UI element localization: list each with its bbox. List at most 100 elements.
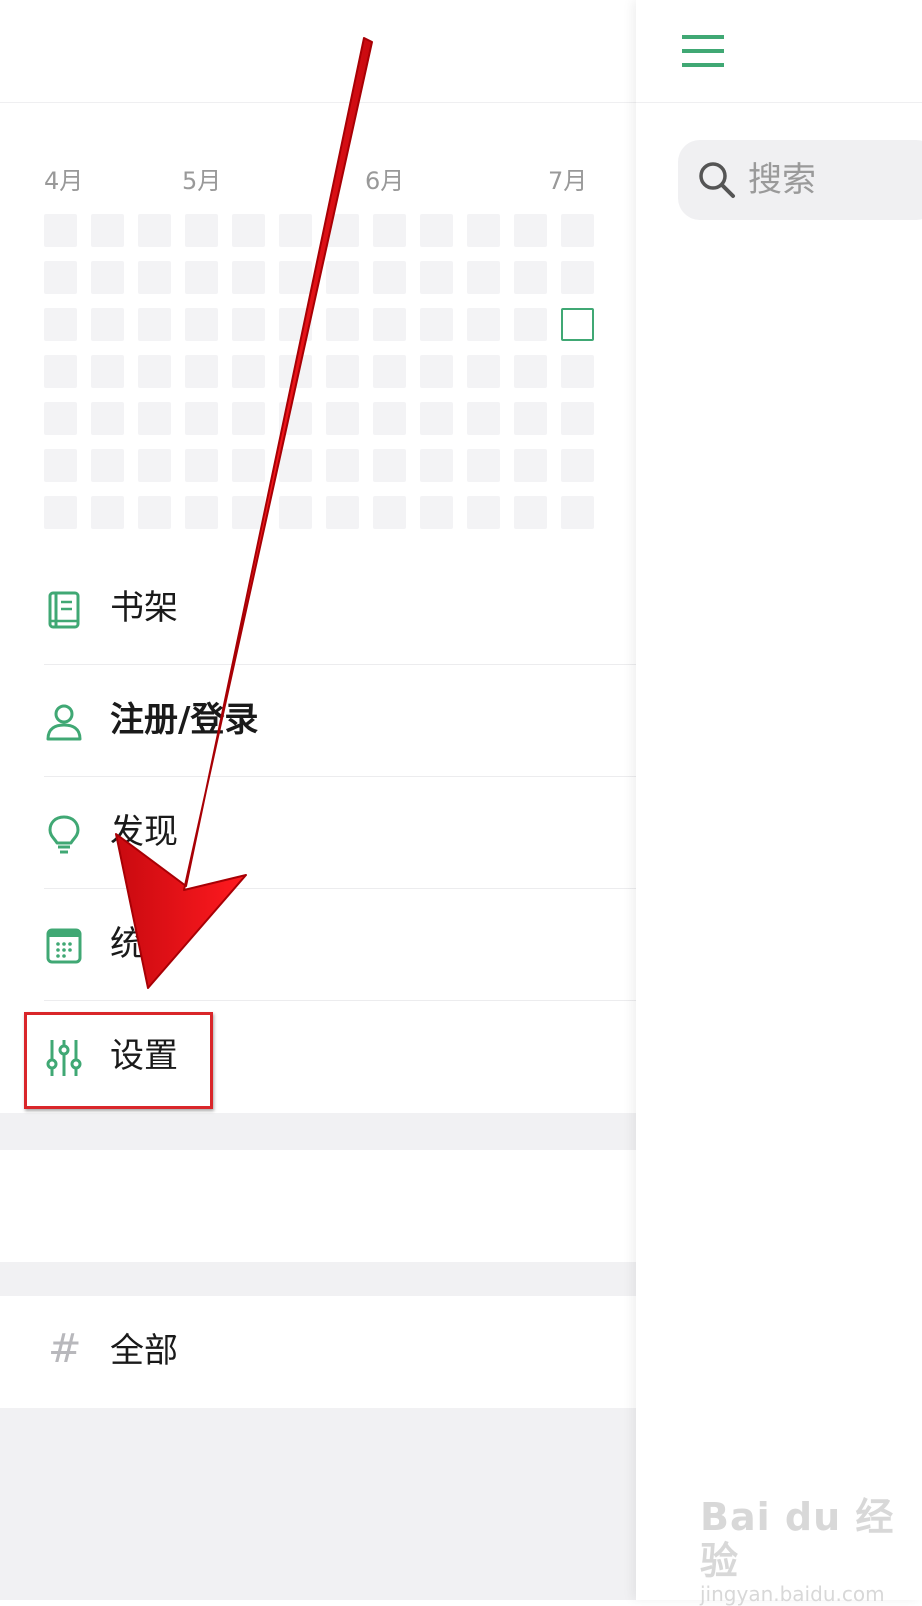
heatmap-cell xyxy=(185,308,218,341)
heatmap-cell xyxy=(185,214,218,247)
heatmap-cell xyxy=(326,214,359,247)
heatmap-cell xyxy=(279,449,312,482)
heatmap-cell xyxy=(326,355,359,388)
heatmap-cell xyxy=(91,214,124,247)
month-label: 7月 xyxy=(548,167,588,195)
heatmap-cell-today xyxy=(561,308,594,341)
heatmap-cell xyxy=(326,449,359,482)
tag-item-all[interactable]: # 全部 xyxy=(0,1296,636,1408)
heatmap-cell xyxy=(467,496,500,529)
menu-item-bookshelf[interactable]: 书架 xyxy=(0,553,636,665)
search-placeholder: 搜索 xyxy=(748,160,816,200)
calendar-icon xyxy=(46,928,82,964)
heatmap-cell xyxy=(185,402,218,435)
activity-heatmap: 4月 5月 6月 7月 xyxy=(0,103,636,553)
heatmap-cell xyxy=(279,214,312,247)
heatmap-cell xyxy=(514,308,547,341)
drawer-top-bar xyxy=(0,0,636,103)
heatmap-cell xyxy=(420,402,453,435)
heatmap-cell xyxy=(420,214,453,247)
heatmap-cell xyxy=(91,261,124,294)
heatmap-cell xyxy=(232,355,265,388)
menu-item-login[interactable]: 注册/登录 xyxy=(0,665,636,777)
watermark-url: jingyan.baidu.com xyxy=(700,1582,885,1606)
heatmap-cell xyxy=(373,355,406,388)
heatmap-cell xyxy=(44,449,77,482)
menu-item-discover[interactable]: 发现 xyxy=(0,777,636,889)
heatmap-cell xyxy=(420,355,453,388)
heatmap-cell xyxy=(44,214,77,247)
bookshelf-icon xyxy=(48,591,80,629)
menu-label: 书架 xyxy=(110,588,178,628)
heatmap-cell xyxy=(326,261,359,294)
lightbulb-icon xyxy=(48,815,80,854)
heatmap-cell xyxy=(467,449,500,482)
heatmap-cell xyxy=(561,402,594,435)
menu-label: 注册/登录 xyxy=(110,700,259,740)
heatmap-cell xyxy=(91,449,124,482)
heatmap-cell xyxy=(44,355,77,388)
heatmap-cell xyxy=(467,355,500,388)
heatmap-cell xyxy=(420,261,453,294)
heatmap-cell xyxy=(326,308,359,341)
heatmap-cell xyxy=(232,261,265,294)
heatmap-cell xyxy=(279,308,312,341)
heatmap-cell xyxy=(420,449,453,482)
heatmap-cell xyxy=(326,496,359,529)
search-icon xyxy=(699,162,735,198)
heatmap-cell xyxy=(91,402,124,435)
heatmap-cell xyxy=(91,496,124,529)
main-pane: 搜索 xyxy=(636,0,922,1600)
heatmap-cell xyxy=(514,355,547,388)
month-label: 5月 xyxy=(182,167,222,195)
heatmap-cell xyxy=(279,355,312,388)
hash-icon: # xyxy=(48,1326,82,1372)
hamburger-icon[interactable] xyxy=(682,34,724,68)
heatmap-cell xyxy=(138,402,171,435)
heatmap-cell xyxy=(185,261,218,294)
heatmap-cell xyxy=(232,308,265,341)
heatmap-cell xyxy=(514,496,547,529)
heatmap-cell xyxy=(232,214,265,247)
menu-item-statistics[interactable]: 统计 xyxy=(0,889,636,1001)
heatmap-cell xyxy=(561,355,594,388)
heatmap-cell xyxy=(514,261,547,294)
heatmap-cell xyxy=(44,402,77,435)
heatmap-cell xyxy=(138,308,171,341)
heatmap-cell xyxy=(561,261,594,294)
menu-label: 发现 xyxy=(110,812,178,852)
heatmap-cell xyxy=(373,308,406,341)
heatmap-cell xyxy=(138,355,171,388)
heatmap-cell xyxy=(514,449,547,482)
heatmap-cell xyxy=(91,355,124,388)
heatmap-cell xyxy=(138,214,171,247)
heatmap-cell xyxy=(232,402,265,435)
search-input[interactable]: 搜索 xyxy=(678,140,922,220)
heatmap-cell xyxy=(467,261,500,294)
month-label: 4月 xyxy=(44,167,84,195)
heatmap-cell xyxy=(561,496,594,529)
heatmap-cell xyxy=(373,449,406,482)
heatmap-cell xyxy=(185,496,218,529)
heatmap-cell xyxy=(467,402,500,435)
heatmap-cell xyxy=(420,308,453,341)
main-header xyxy=(636,0,922,103)
user-icon xyxy=(46,704,82,741)
heatmap-cell xyxy=(467,214,500,247)
heatmap-cell xyxy=(44,496,77,529)
heatmap-cell xyxy=(44,261,77,294)
menu-label: 统计 xyxy=(110,924,178,964)
heatmap-cell xyxy=(373,261,406,294)
heatmap-cell xyxy=(232,496,265,529)
heatmap-cell xyxy=(373,402,406,435)
heatmap-cell xyxy=(373,214,406,247)
month-label: 6月 xyxy=(365,167,405,195)
heatmap-cell xyxy=(138,261,171,294)
side-drawer: 4月 5月 6月 7月 书架 注册/登录 发现 统计 设置 # 全部 xyxy=(0,0,636,1600)
heatmap-cell xyxy=(138,449,171,482)
settings-highlight-box xyxy=(24,1012,213,1109)
heatmap-cell xyxy=(279,402,312,435)
heatmap-cell xyxy=(561,449,594,482)
heatmap-cell xyxy=(561,214,594,247)
heatmap-cell xyxy=(514,402,547,435)
